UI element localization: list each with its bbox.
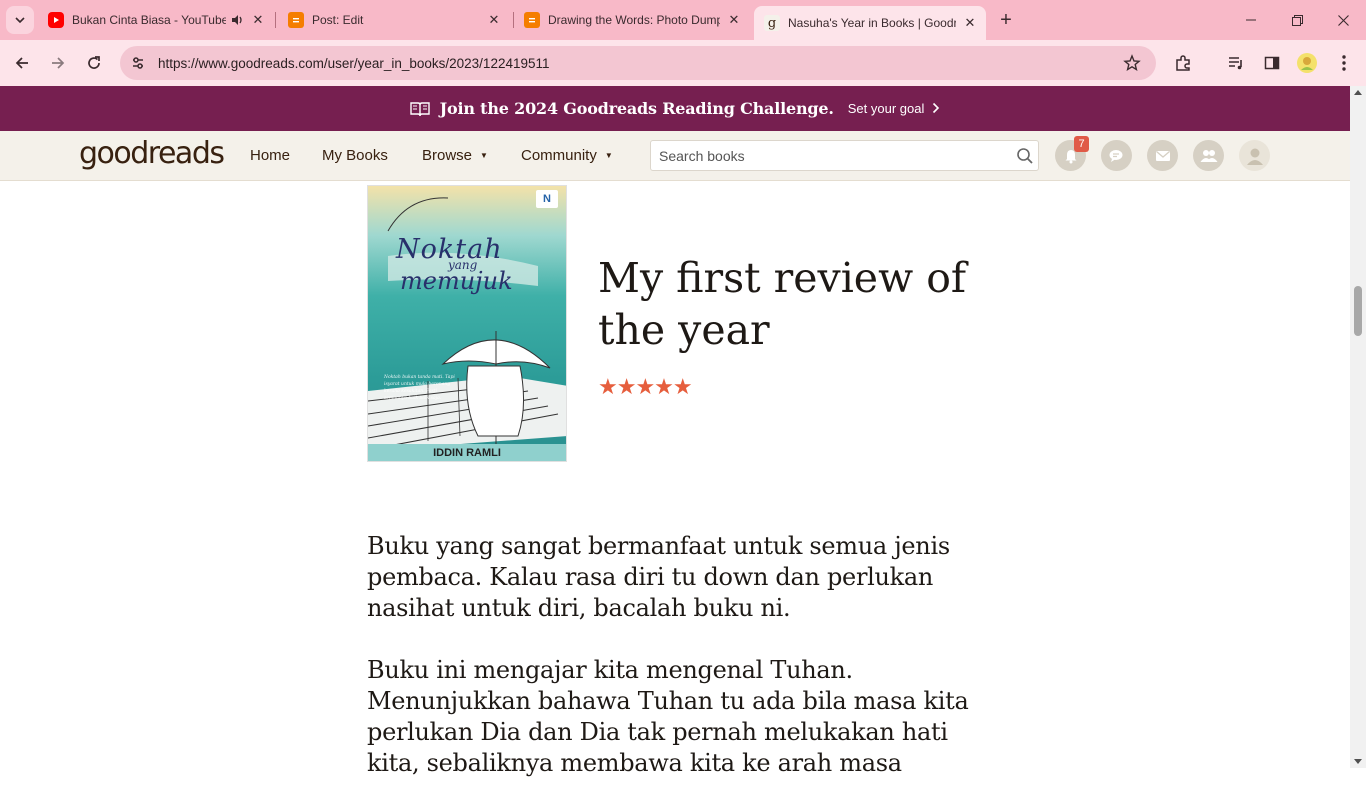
discussions-icon <box>1109 149 1122 162</box>
blogger-icon <box>524 12 540 28</box>
cover-author: IDDIN RAMLI <box>433 447 501 459</box>
profile-avatar-icon[interactable] <box>1295 51 1319 75</box>
audio-playing-icon[interactable] <box>230 13 244 27</box>
page-scrollbar[interactable] <box>1350 86 1366 768</box>
reload-icon <box>88 56 100 69</box>
scrollbar-thumb[interactable] <box>1354 286 1362 336</box>
forward-button[interactable] <box>44 49 72 77</box>
side-panel-icon[interactable] <box>1260 51 1284 75</box>
messages-button[interactable] <box>1147 140 1178 171</box>
envelope-icon <box>1155 150 1170 161</box>
scroll-down-arrow-icon[interactable] <box>1354 759 1362 764</box>
scroll-up-arrow-icon[interactable] <box>1354 90 1362 95</box>
tab-close-icon[interactable]: ✕ <box>250 12 266 28</box>
minimize-icon <box>1246 19 1256 21</box>
publisher-logo: N <box>536 190 558 208</box>
logo-part-good: good <box>79 136 149 171</box>
book-cover[interactable]: Noktah bukan tanda mati. Tapi isyarat un… <box>367 185 567 462</box>
user-avatar-icon <box>1246 148 1263 165</box>
restore-button[interactable] <box>1274 0 1320 40</box>
notification-count-badge: 7 <box>1074 136 1089 152</box>
tab-title: Nasuha's Year in Books | Goodreads <box>788 16 956 30</box>
nav-home[interactable]: Home <box>250 147 290 164</box>
review-text: Buku yang sangat bermanfaat untuk semua … <box>367 531 997 810</box>
chevron-down-icon <box>15 17 25 24</box>
site-info-icon[interactable] <box>124 49 152 77</box>
tab-title: Post: Edit <box>312 13 364 27</box>
browser-toolbar: https://www.goodreads.com/user/year_in_b… <box>0 40 1366 86</box>
logo-part-reads: reads <box>147 136 225 171</box>
nav-home-label: Home <box>250 147 291 164</box>
youtube-icon <box>48 12 64 28</box>
svg-text:Noktah bukan tanda mati. Tapi: Noktah bukan tanda mati. Tapi <box>383 374 455 380</box>
open-book-icon <box>409 101 430 116</box>
extensions-icon[interactable] <box>1171 51 1195 75</box>
tab-strip: Bukan Cinta Biasa - YouTube ✕ Post: Edit… <box>0 0 1366 40</box>
cover-illustration: Noktah bukan tanda mati. Tapi isyarat un… <box>368 197 566 461</box>
challenge-headline: Join the 2024 Goodreads Reading Challeng… <box>439 99 834 118</box>
tab-youtube[interactable]: Bukan Cinta Biasa - YouTube ✕ <box>38 6 274 34</box>
reading-challenge-banner[interactable]: Join the 2024 Goodreads Reading Challeng… <box>0 86 1350 131</box>
tab-post-edit[interactable]: Post: Edit ✕ <box>278 6 510 34</box>
nav-my-books-label: My Books <box>322 147 388 164</box>
forward-arrow-icon <box>52 57 65 69</box>
star-rating: ★★★★★ <box>598 374 693 399</box>
back-button[interactable] <box>8 49 36 77</box>
svg-text:kerana kesakitan. Pasti: kerana kesakitan. Pasti <box>384 388 438 394</box>
nav-my-books[interactable]: My Books <box>322 147 388 164</box>
svg-text:semuanya baik-baik saja.: semuanya baik-baik saja. <box>384 395 442 401</box>
book-search <box>650 140 1039 171</box>
caret-down-icon: ▼ <box>604 151 613 160</box>
discussions-button[interactable] <box>1101 140 1132 171</box>
new-tab-button[interactable]: + <box>994 8 1018 32</box>
back-arrow-icon <box>15 57 28 69</box>
media-controls-icon[interactable] <box>1224 51 1248 75</box>
nav-browse[interactable]: Browse ▼ <box>422 147 488 164</box>
restore-icon <box>1291 14 1303 26</box>
blogger-icon <box>288 12 304 28</box>
review-title: My first review of the year <box>598 254 967 354</box>
tab-goodreads-active[interactable]: g Nasuha's Year in Books | Goodreads ✕ <box>754 6 986 40</box>
friends-icon <box>1200 149 1217 162</box>
tab-title: Drawing the Words: Photo Dump <box>548 13 720 27</box>
review-paragraph: Buku yang sangat bermanfaat untuk semua … <box>367 532 950 622</box>
goodreads-icon: g <box>764 15 780 31</box>
chevron-right-icon <box>932 101 940 117</box>
search-input[interactable] <box>651 141 1012 170</box>
close-window-button[interactable] <box>1320 0 1366 40</box>
caret-down-icon: ▼ <box>480 151 488 160</box>
profile-menu-button[interactable] <box>1239 140 1270 171</box>
tab-close-icon[interactable]: ✕ <box>486 12 502 28</box>
cover-title: Noktah yang memujuk <box>396 236 556 293</box>
review-paragraph: Buku ini mengajar kita mengenal Tuhan. M… <box>367 656 969 777</box>
bookmark-star-icon[interactable] <box>1122 53 1142 73</box>
tab-close-icon[interactable]: ✕ <box>726 12 742 28</box>
minimize-button[interactable] <box>1228 0 1274 40</box>
goodreads-logo[interactable]: goodreads <box>79 136 225 171</box>
goodreads-header: goodreads Home My Books Browse ▼ Communit… <box>0 131 1350 181</box>
address-bar[interactable]: https://www.goodreads.com/user/year_in_b… <box>120 46 1156 80</box>
close-icon <box>1337 14 1349 26</box>
tab-separator <box>275 12 276 28</box>
svg-text:isyarat untuk mula berenang: isyarat untuk mula berenang <box>384 381 450 387</box>
tab-drawing-the-words[interactable]: Drawing the Words: Photo Dump ✕ <box>514 6 750 34</box>
set-goal-link[interactable]: Set your goal <box>848 101 925 116</box>
friends-button[interactable] <box>1193 140 1224 171</box>
search-icon[interactable] <box>1012 143 1038 169</box>
tab-title: Bukan Cinta Biasa - YouTube <box>72 13 226 27</box>
nav-community[interactable]: Community ▼ <box>521 147 613 164</box>
nav-community-label: Community <box>521 147 597 164</box>
tab-close-icon[interactable]: ✕ <box>962 15 978 31</box>
url-text[interactable]: https://www.goodreads.com/user/year_in_b… <box>158 56 550 71</box>
nav-browse-label: Browse <box>422 147 473 164</box>
chrome-menu-icon[interactable] <box>1332 51 1356 75</box>
tab-search-button[interactable] <box>6 6 34 34</box>
reload-button[interactable] <box>80 49 108 77</box>
cover-title-line: memujuk <box>400 267 513 295</box>
